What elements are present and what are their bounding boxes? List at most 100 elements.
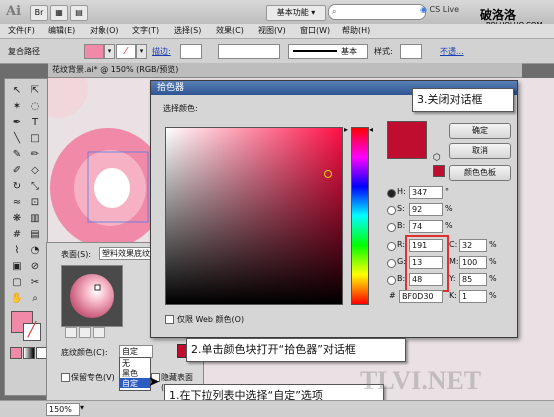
lasso-tool-icon[interactable]: ◌ bbox=[28, 101, 42, 113]
scissors-tool-icon[interactable]: ✂ bbox=[28, 277, 42, 289]
fill-dropdown[interactable]: ▾ bbox=[104, 44, 115, 59]
gradient-tool-icon[interactable]: ▤ bbox=[28, 229, 42, 241]
option-black[interactable]: 黑色 bbox=[120, 368, 150, 378]
menu-select[interactable]: 选择(S) bbox=[174, 25, 201, 36]
mesh-tool-icon[interactable]: # bbox=[10, 229, 24, 241]
slice-tool-icon[interactable]: ⊘ bbox=[28, 261, 42, 273]
h-radio[interactable] bbox=[387, 189, 396, 198]
k-field[interactable]: 1 bbox=[459, 290, 487, 303]
variable-width-profile[interactable] bbox=[218, 44, 280, 59]
s-field[interactable]: 92 bbox=[409, 203, 443, 216]
graph-tool-icon[interactable]: ▥ bbox=[28, 213, 42, 225]
stroke-color-swatch[interactable]: ╱ bbox=[23, 322, 41, 341]
blob-brush-tool-icon[interactable]: ✐ bbox=[10, 165, 24, 177]
color-swatches-button[interactable]: 颜色色板 bbox=[449, 165, 511, 181]
m-field[interactable]: 100 bbox=[459, 256, 487, 269]
arrange-button[interactable]: ▦ bbox=[50, 5, 68, 21]
s-label: S: bbox=[397, 204, 405, 213]
r-radio[interactable] bbox=[387, 242, 396, 251]
new-light-button[interactable] bbox=[79, 327, 91, 338]
arrange-docs-button[interactable]: ▤ bbox=[70, 5, 88, 21]
menu-view[interactable]: 视图(V) bbox=[258, 25, 286, 36]
graphic-style-picker[interactable] bbox=[400, 44, 422, 59]
sphere-preview bbox=[70, 274, 114, 318]
option-custom[interactable]: 自定 bbox=[120, 378, 150, 388]
color-field[interactable] bbox=[165, 127, 343, 305]
keep-spot-label: 保留专色(V) bbox=[71, 373, 115, 382]
g-radio[interactable] bbox=[387, 259, 396, 268]
hex-label: # bbox=[389, 291, 396, 300]
zoom-tool-icon[interactable]: ⌕ bbox=[28, 293, 42, 305]
menu-effect[interactable]: 效果(C) bbox=[216, 25, 244, 36]
delete-light-button[interactable] bbox=[93, 327, 105, 338]
b-field[interactable]: 74 bbox=[409, 220, 443, 233]
menu-type[interactable]: 文字(T) bbox=[132, 25, 159, 36]
out-of-gamut-cube-icon[interactable]: ⬡ bbox=[433, 153, 441, 163]
stroke-panel-link[interactable]: 描边: bbox=[152, 46, 171, 57]
stroke-swatch[interactable]: ⁄ bbox=[116, 44, 136, 59]
chevron-down-icon[interactable]: ▾ bbox=[80, 403, 84, 412]
light-front-button[interactable] bbox=[65, 327, 77, 338]
option-none[interactable]: 无 bbox=[120, 358, 150, 368]
bridge-button[interactable]: Br bbox=[30, 5, 48, 21]
eyedropper-tool-icon[interactable]: ⌇ bbox=[10, 245, 24, 257]
hue-slider-left-arrow[interactable]: ▸ bbox=[344, 125, 348, 134]
web-only-checkbox[interactable] bbox=[165, 315, 174, 324]
color-mode-button[interactable] bbox=[10, 347, 22, 359]
c-field[interactable]: 32 bbox=[459, 239, 487, 252]
cs-live-button[interactable]: ◉ CS Live bbox=[420, 5, 459, 14]
rectangle-tool-icon[interactable]: □ bbox=[28, 133, 42, 145]
menu-object[interactable]: 对象(O) bbox=[90, 25, 119, 36]
hand-tool-icon[interactable]: ✋ bbox=[10, 293, 24, 305]
status-bar: 150% ▾ bbox=[0, 400, 554, 417]
live-paint-tool-icon[interactable]: ▣ bbox=[10, 261, 24, 273]
brush-definition[interactable]: 基本 bbox=[288, 44, 368, 59]
y-field[interactable]: 85 bbox=[459, 273, 487, 286]
warp-tool-icon[interactable]: ≈ bbox=[10, 197, 24, 209]
hue-slider-right-arrow[interactable]: ◂ bbox=[369, 125, 373, 134]
selection-type-label: 复合路径 bbox=[8, 47, 40, 56]
rotate-tool-icon[interactable]: ↻ bbox=[10, 181, 24, 193]
s-radio[interactable] bbox=[387, 206, 396, 215]
zoom-select[interactable]: 150% bbox=[46, 403, 80, 416]
artboard-tool-icon[interactable]: ▢ bbox=[10, 277, 24, 289]
menu-file[interactable]: 文件(F) bbox=[8, 25, 35, 36]
stroke-weight-field[interactable] bbox=[180, 44, 202, 59]
hue-slider[interactable] bbox=[351, 127, 369, 305]
cancel-button[interactable]: 取消 bbox=[449, 143, 511, 159]
symbol-sprayer-tool-icon[interactable]: ❋ bbox=[10, 213, 24, 225]
selection-tool-icon[interactable]: ↖ bbox=[10, 85, 24, 97]
pencil-tool-icon[interactable]: ✏ bbox=[28, 149, 42, 161]
blue-radio[interactable] bbox=[387, 276, 396, 285]
title-bar: Ai Br ▦ ▤ 基本功能 ▾ ⌕ ◉ CS Live 破洛洛 POLUOLU… bbox=[0, 0, 554, 29]
direct-selection-tool-icon[interactable]: ⇱ bbox=[28, 85, 42, 97]
b-label: B: bbox=[397, 221, 406, 230]
stroke-dropdown[interactable]: ▾ bbox=[136, 44, 147, 59]
scale-tool-icon[interactable]: ⤡ bbox=[28, 181, 42, 193]
fill-swatch[interactable] bbox=[84, 44, 104, 59]
hex-field[interactable]: BF0D30 bbox=[399, 290, 443, 303]
menu-edit[interactable]: 编辑(E) bbox=[48, 25, 75, 36]
line-tool-icon[interactable]: ╲ bbox=[10, 133, 24, 145]
web-safe-color-swatch[interactable] bbox=[433, 165, 445, 177]
keep-spot-checkbox[interactable] bbox=[61, 373, 70, 382]
type-tool-icon[interactable]: T bbox=[28, 117, 42, 129]
b-radio[interactable] bbox=[387, 223, 396, 232]
free-transform-tool-icon[interactable]: ⊡ bbox=[28, 197, 42, 209]
magic-wand-tool-icon[interactable]: ✶ bbox=[10, 101, 24, 113]
help-search-input[interactable]: ⌕ bbox=[328, 4, 426, 20]
h-field[interactable]: 347 bbox=[409, 186, 443, 199]
eraser-tool-icon[interactable]: ◇ bbox=[28, 165, 42, 177]
menu-help[interactable]: 帮助(H) bbox=[342, 25, 370, 36]
gradient-mode-button[interactable] bbox=[23, 347, 35, 359]
chevron-down-icon: ▾ bbox=[107, 47, 112, 55]
workspace-switcher[interactable]: 基本功能 ▾ bbox=[266, 5, 326, 21]
document-tab[interactable]: 花纹背景.ai* @ 150% (RGB/预览) bbox=[48, 63, 522, 78]
ok-button[interactable]: 确定 bbox=[449, 123, 511, 139]
paintbrush-tool-icon[interactable]: ✎ bbox=[10, 149, 24, 161]
blend-tool-icon[interactable]: ◔ bbox=[28, 245, 42, 257]
menu-window[interactable]: 窗口(W) bbox=[300, 25, 330, 36]
opacity-link[interactable]: 不透... bbox=[440, 46, 464, 57]
pen-tool-icon[interactable]: ✒ bbox=[10, 117, 24, 129]
style-label: 样式: bbox=[374, 47, 393, 56]
